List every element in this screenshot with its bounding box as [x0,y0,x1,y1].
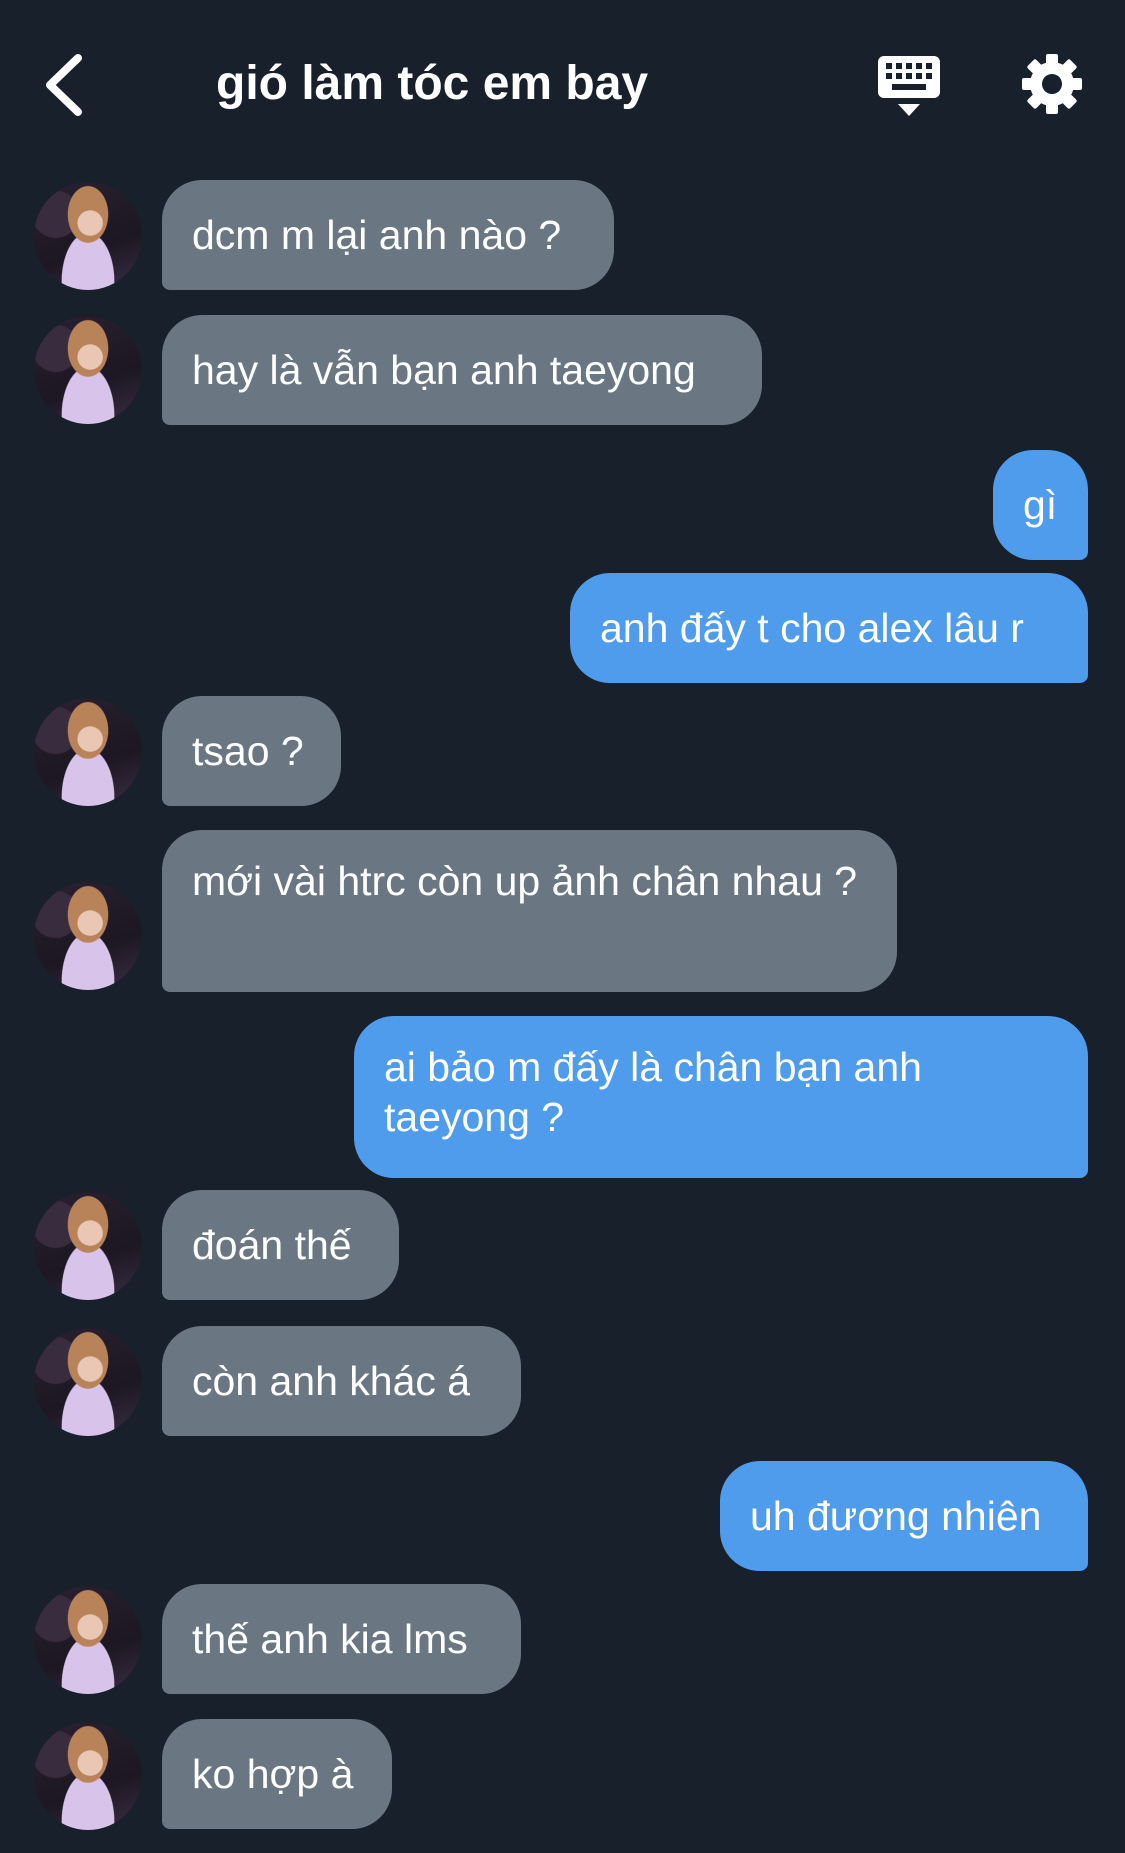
avatar[interactable] [34,882,142,990]
message-bubble-outgoing[interactable]: uh đương nhiên [720,1461,1088,1571]
message-text: đoán thế [192,1222,352,1268]
message-bubble-incoming[interactable]: hay là vẫn bạn anh taeyong [162,315,762,425]
keyboard-icon [878,56,940,116]
message-text: thế anh kia lms [192,1616,468,1662]
message-text: dcm m lại anh nào ? [192,212,562,258]
message-text: anh đấy t cho alex lâu r [600,605,1024,651]
avatar[interactable] [34,182,142,290]
message-bubble-incoming[interactable]: tsao ? [162,696,341,806]
chevron-left-icon [46,54,82,116]
back-button[interactable] [40,50,90,120]
message-text: hay là vẫn bạn anh taeyong [192,347,696,393]
message-bubble-outgoing[interactable]: ai bảo m đấy là chân bạn anh taeyong ? [354,1016,1088,1178]
message-bubble-incoming[interactable]: mới vài htrc còn up ảnh chân nhau ? [162,830,897,992]
message-text: ai bảo m đấy là chân bạn anh taeyong ? [384,1044,922,1140]
message-text: còn anh khác á [192,1358,471,1404]
message-bubble-outgoing[interactable]: anh đấy t cho alex lâu r [570,573,1088,683]
message-text: tsao ? [192,728,304,774]
avatar[interactable] [34,1192,142,1300]
message-text: uh đương nhiên [750,1493,1042,1539]
gear-icon [1022,54,1082,114]
conversation-title: gió làm tóc em bay [216,57,649,110]
avatar[interactable] [34,1722,142,1830]
avatar[interactable] [34,1586,142,1694]
keyboard-button[interactable] [876,54,942,118]
message-text: gì [1023,482,1058,528]
message-text: mới vài htrc còn up ảnh chân nhau ? [192,858,858,904]
message-bubble-incoming[interactable]: thế anh kia lms [162,1584,521,1694]
message-bubble-incoming[interactable]: còn anh khác á [162,1326,521,1436]
avatar[interactable] [34,698,142,806]
message-bubble-incoming[interactable]: đoán thế [162,1190,399,1300]
avatar[interactable] [34,1328,142,1436]
message-bubble-incoming[interactable]: dcm m lại anh nào ? [162,180,614,290]
chat-header: gió làm tóc em bay [0,0,1125,170]
message-bubble-incoming[interactable]: ko hợp à [162,1719,392,1829]
settings-button[interactable] [1020,52,1084,116]
message-text: ko hợp à [192,1751,354,1797]
avatar[interactable] [34,316,142,424]
message-bubble-outgoing[interactable]: gì [993,450,1088,560]
